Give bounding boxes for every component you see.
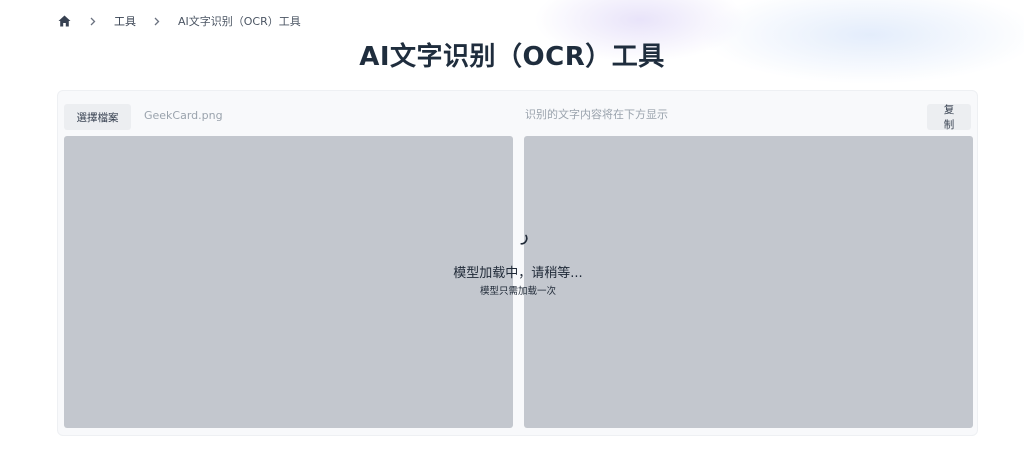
output-hint: 识别的文字内容将在下方显示 xyxy=(525,108,668,121)
choose-file-button[interactable]: 選擇檔案 xyxy=(64,104,131,130)
breadcrumb-item-tools[interactable]: 工具 xyxy=(114,13,136,29)
copy-button[interactable]: 复制 xyxy=(927,104,971,131)
text-output-pane[interactable] xyxy=(524,136,973,428)
selected-file-name: GeekCard.png xyxy=(144,109,223,122)
breadcrumb-item-current: AI文字识别（OCR）工具 xyxy=(178,15,301,28)
home-icon[interactable] xyxy=(57,14,72,29)
page-title: AI文字识别（OCR）工具 xyxy=(359,42,665,72)
chevron-right-icon xyxy=(72,17,114,26)
ocr-panel: 選擇檔案 GeekCard.png 识别的文字内容将在下方显示 复制 xyxy=(57,90,978,436)
chevron-right-icon xyxy=(136,17,178,26)
image-preview-pane[interactable] xyxy=(64,136,513,428)
breadcrumb: 工具 AI文字识别（OCR）工具 xyxy=(57,12,301,30)
